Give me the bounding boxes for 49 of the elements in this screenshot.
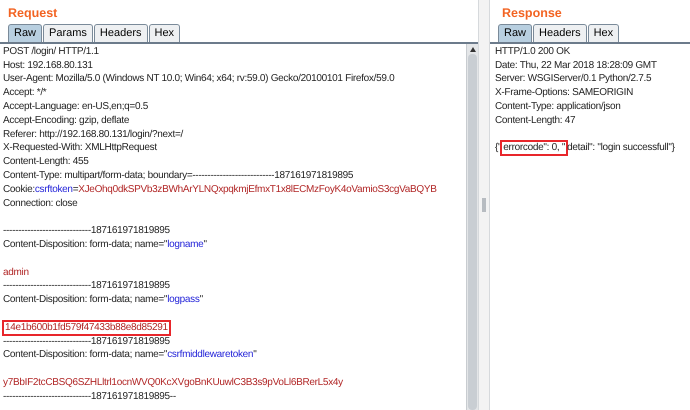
tab[interactable]: Headers <box>94 24 148 42</box>
code-text: -----------------------------187161971819895-- <box>3 392 176 402</box>
code-text: Content-Disposition: form-data; name=" <box>3 350 168 360</box>
code-text: Host: 192.168.80.131 <box>3 60 93 71</box>
panel-title: Response <box>501 5 563 22</box>
tab[interactable]: Params <box>43 24 93 42</box>
code-text: -----------------------------187161971819895 <box>3 226 170 236</box>
code-text: POST /login/ HTTP/1.1 <box>3 46 99 57</box>
code-text: X-Requested-With: XMLHttpRequest <box>3 143 157 154</box>
field-name: logname <box>167 240 204 250</box>
code-text: Content-Length: 455 <box>3 157 88 168</box>
code-text: Content-Disposition: form-data; name=" <box>3 240 168 250</box>
code-text: Cookie: <box>3 184 35 195</box>
tab[interactable]: Headers <box>533 24 587 42</box>
tab[interactable]: Raw <box>8 24 42 42</box>
code-text: Content-Disposition: form-data; name=" <box>3 295 168 306</box>
tab[interactable]: Hex <box>148 24 180 42</box>
code-text: Content-Length: 47 <box>495 116 576 126</box>
code-text: Accept: */* <box>3 88 46 98</box>
field-value: 14e1b600b1fd579f47433b88e8d85291 <box>2 320 171 336</box>
tab[interactable]: Raw <box>498 24 532 42</box>
code-text: errorcode": 0, " <box>500 140 568 156</box>
code-text: X-Frame-Options: SAMEORIGIN <box>495 88 634 98</box>
code-text: HTTP/1.0 200 OK <box>495 46 570 57</box>
scroll-up-icon[interactable] <box>470 46 476 52</box>
field-value: y7BbIF2tcCBSQ6SZHLltrl1ocnWVQ0KcXVgoBnKUuwlC3B3s9pVoLl6BRerL5x4y <box>3 378 343 388</box>
tab[interactable]: Hex <box>588 24 620 42</box>
code-text: -----------------------------187161971819895 <box>3 336 170 347</box>
code-text: " <box>253 350 256 360</box>
field-name: logpass <box>167 295 200 306</box>
code-text: " <box>200 295 203 306</box>
code-text: Accept-Language: en-US,en;q=0.5 <box>3 102 148 112</box>
panel-title: Request <box>7 5 58 22</box>
code-text: Accept-Encoding: gzip, deflate <box>3 116 130 126</box>
code-text: User-Agent: Mozilla/5.0 (Windows NT 10.0; Win64; x64; rv:59.0) Gecko/20100101 Firefox/59.0 <box>3 74 394 84</box>
code-text: Content-Type: application/json <box>495 102 621 112</box>
scrollbar[interactable] <box>466 44 478 410</box>
code-text: " <box>203 240 207 250</box>
field-name: csrftoken <box>34 184 73 195</box>
code-text: Server: WSGIServer/0.1 Python/2.7.5 <box>495 74 652 84</box>
field-name: csrfmiddlewaretoken <box>167 350 254 360</box>
code-text: = <box>72 184 78 195</box>
code-text: Content-Type: multipart/form-data; boundary=---------------------------187161971819895 <box>3 171 354 182</box>
field-value: admin <box>3 268 29 278</box>
code-text: -----------------------------187161971819895 <box>3 281 170 292</box>
code-text: Date: Thu, 22 Mar 2018 18:28:09 GMT <box>495 60 657 71</box>
code-text: Referer: http://192.168.80.131/login/?next=/ <box>3 130 183 140</box>
code-text: Connection: close <box>3 198 78 209</box>
field-value: XJeOhq0dkSPVb3zBWhArYLNQxpqkmjEfmxT1x8lECMzFoyK4oVamioS3cgVaBQYB <box>78 184 437 195</box>
